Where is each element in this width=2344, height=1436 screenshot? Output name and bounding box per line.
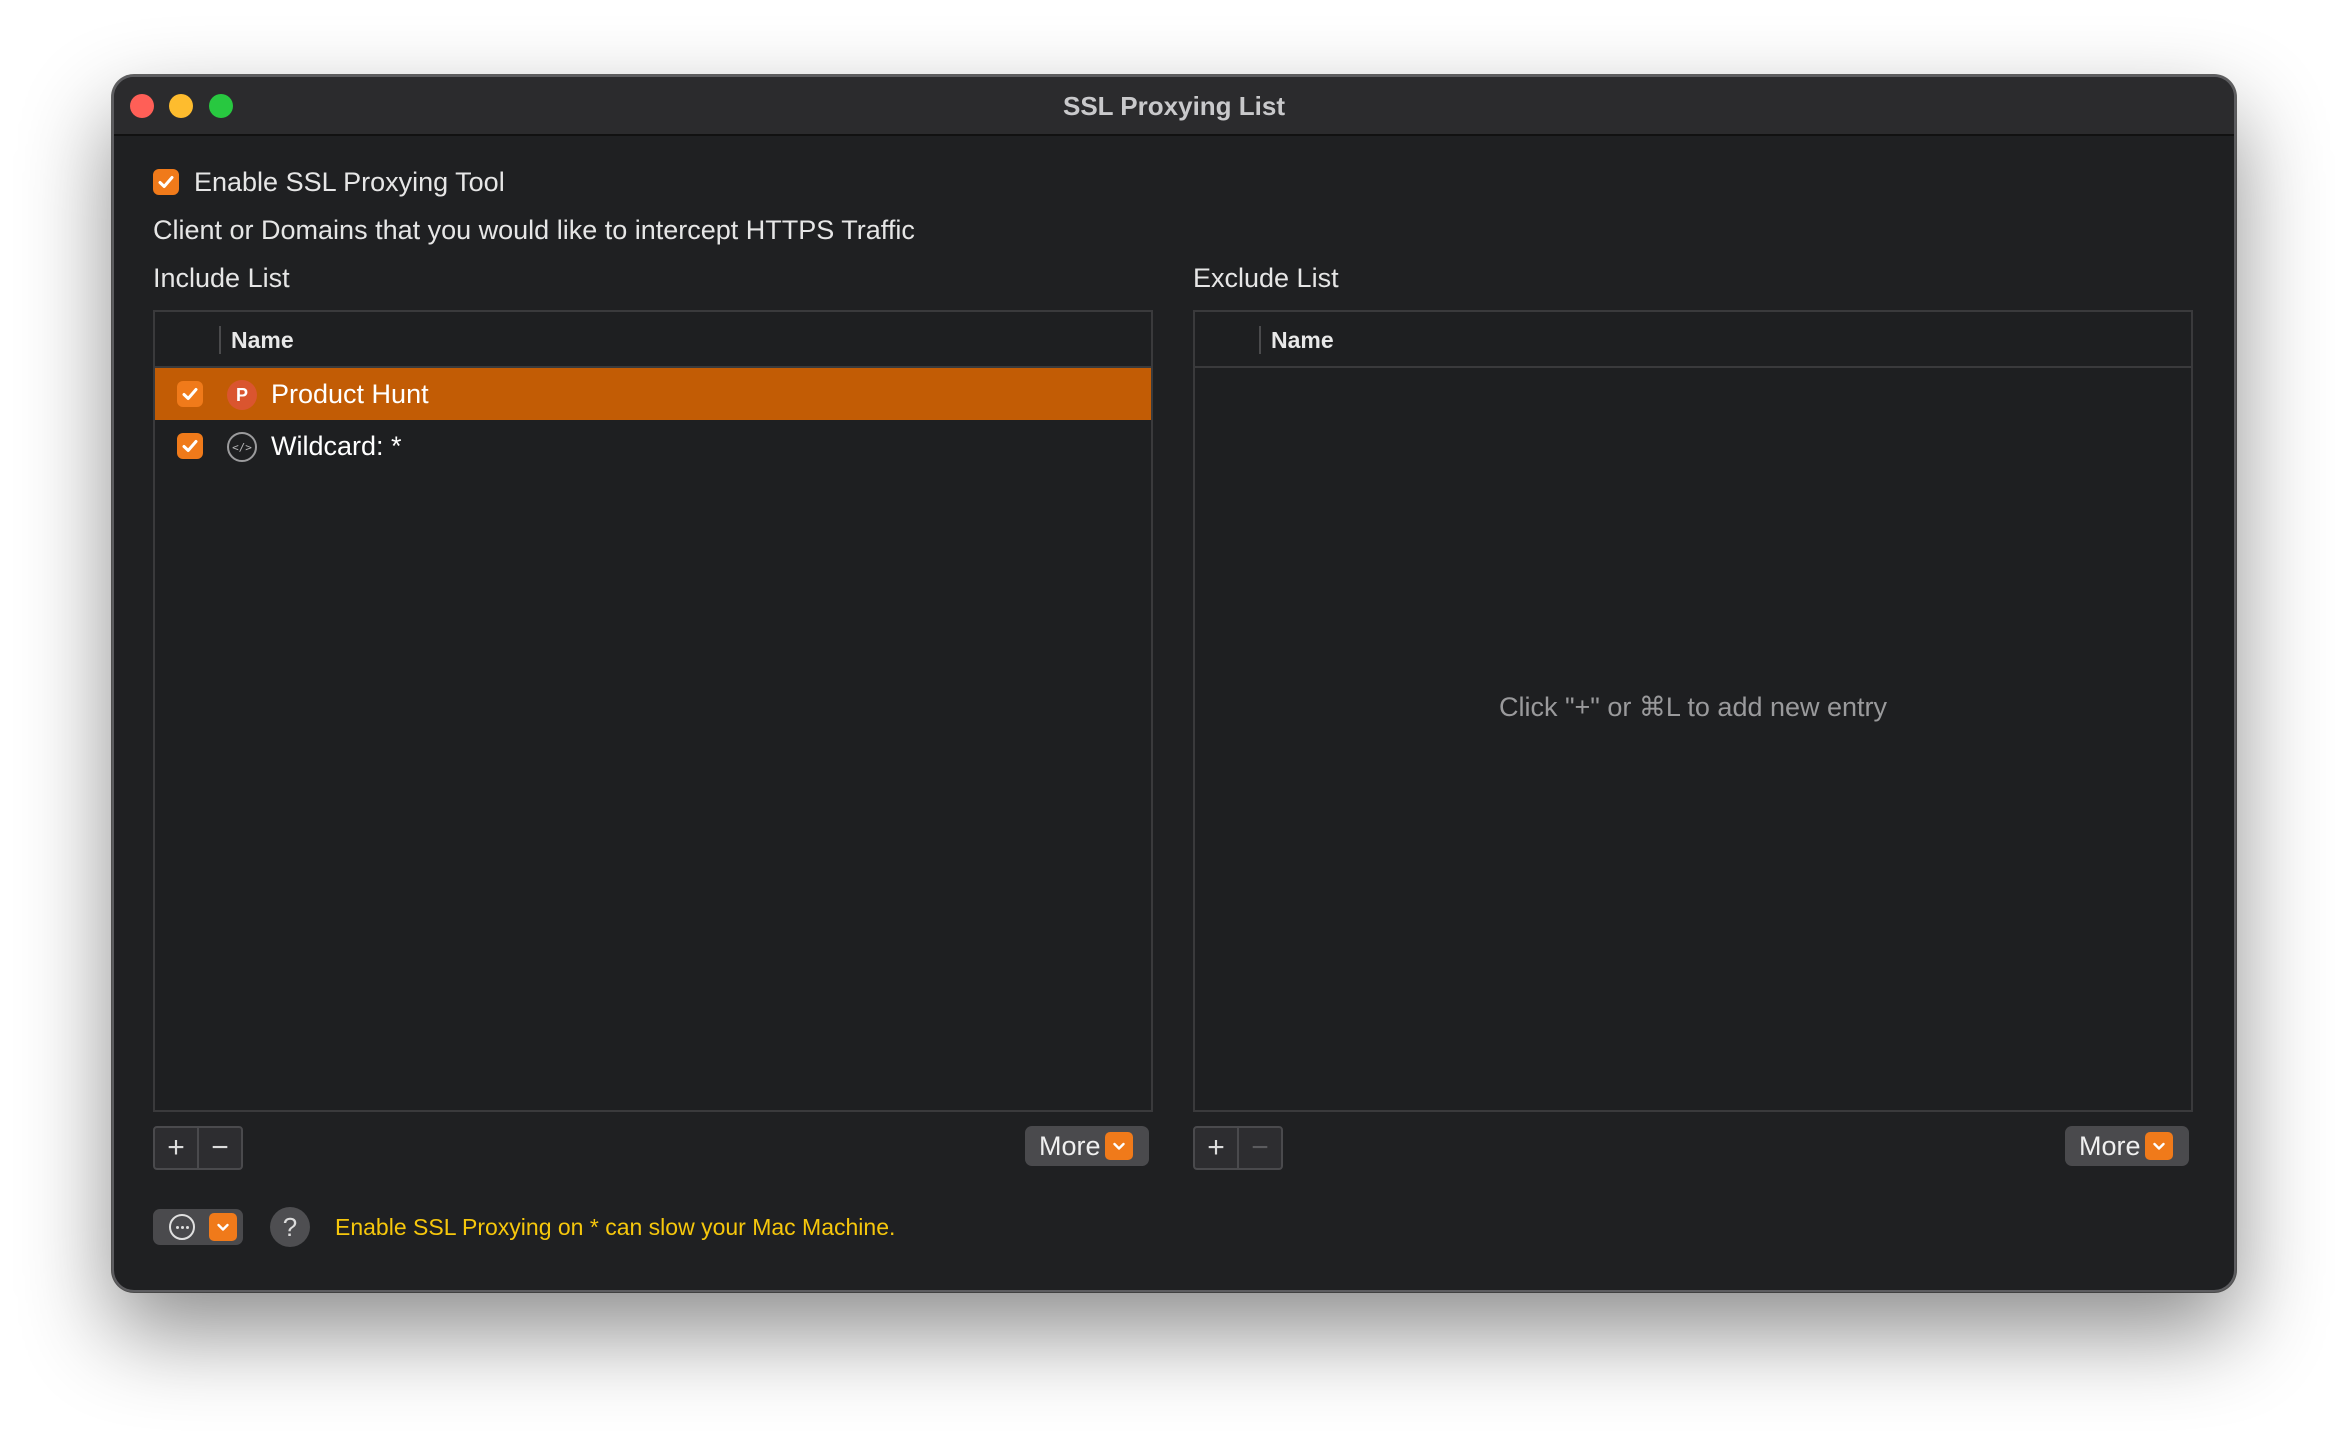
include-more-label: More <box>1039 1130 1101 1161</box>
include-add-remove-control: + − <box>153 1126 243 1170</box>
include-name-column-header[interactable]: Name <box>231 327 294 354</box>
include-row-checkbox[interactable] <box>177 381 203 407</box>
exclude-list-table[interactable]: Name Click "+" or ⌘L to add new entry <box>1193 310 2193 1112</box>
include-row-product-hunt[interactable]: P Product Hunt <box>155 368 1151 420</box>
title-bar: SSL Proxying List <box>114 77 2234 136</box>
enable-ssl-proxying-checkbox[interactable] <box>153 169 179 195</box>
checkmark-icon <box>182 440 198 452</box>
help-button[interactable]: ? <box>270 1207 310 1247</box>
column-separator <box>1259 326 1261 354</box>
include-add-button[interactable]: + <box>155 1128 197 1168</box>
column-separator <box>219 326 221 354</box>
checkmark-icon <box>182 388 198 400</box>
exclude-remove-button[interactable]: − <box>1237 1128 1281 1168</box>
checkmark-icon <box>158 176 174 188</box>
warning-text: Enable SSL Proxying on * can slow your M… <box>335 1214 896 1240</box>
chevron-down-icon <box>2145 1132 2173 1160</box>
exclude-list-title: Exclude List <box>1193 263 1339 293</box>
ssl-proxying-window: SSL Proxying List Enable SSL Proxying To… <box>112 75 2236 1292</box>
exclude-table-header: Name <box>1195 312 2191 368</box>
chevron-down-icon <box>1105 1132 1133 1160</box>
exclude-add-remove-control: + − <box>1193 1126 1283 1170</box>
include-list-table[interactable]: Name P Product Hunt </> Wildcard: * <box>153 310 1153 1112</box>
ellipsis-circle-icon <box>169 1214 195 1240</box>
enable-ssl-proxying-label[interactable]: Enable SSL Proxying Tool <box>194 167 505 198</box>
description-text: Client or Domains that you would like to… <box>153 215 915 245</box>
exclude-more-button[interactable]: More <box>2065 1126 2189 1166</box>
include-row-wildcard[interactable]: </> Wildcard: * <box>155 420 1151 472</box>
exclude-more-label: More <box>2079 1130 2141 1161</box>
product-hunt-icon: P <box>227 380 257 410</box>
include-remove-button[interactable]: − <box>197 1128 241 1168</box>
exclude-name-column-header[interactable]: Name <box>1271 327 1334 354</box>
options-menu-button[interactable] <box>153 1209 243 1245</box>
include-row-checkbox[interactable] <box>177 433 203 459</box>
code-icon: </> <box>227 432 257 462</box>
include-row-label: Wildcard: * <box>271 431 402 461</box>
exclude-empty-hint: Click "+" or ⌘L to add new entry <box>1498 692 1888 722</box>
include-row-label: Product Hunt <box>271 379 429 409</box>
include-table-header: Name <box>155 312 1151 368</box>
chevron-down-icon <box>209 1213 237 1241</box>
include-more-button[interactable]: More <box>1025 1126 1149 1166</box>
exclude-add-button[interactable]: + <box>1195 1128 1237 1168</box>
include-list-title: Include List <box>153 263 290 293</box>
window-title: SSL Proxying List <box>1062 91 1285 121</box>
